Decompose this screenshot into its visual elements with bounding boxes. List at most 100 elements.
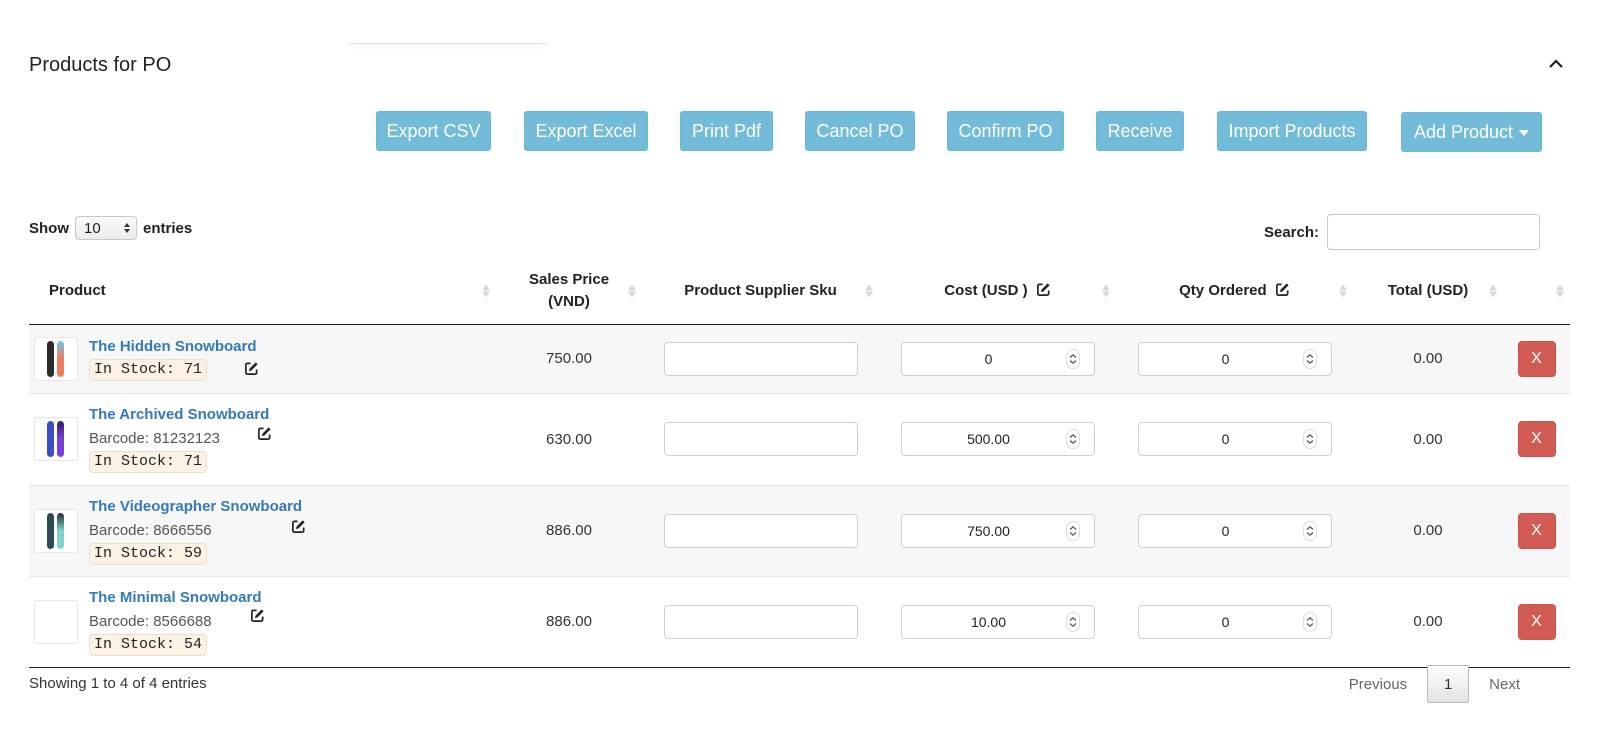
sort-icon <box>1339 284 1347 298</box>
search-label: Search: <box>1263 223 1319 241</box>
export-excel-button[interactable]: Export Excel <box>524 111 648 151</box>
sort-icon <box>1556 284 1564 298</box>
receive-label: Receive <box>1107 120 1173 141</box>
add-product-button[interactable]: Add Product <box>1401 112 1542 152</box>
column-header-cost[interactable]: Cost (USD ) <box>879 258 1116 325</box>
edit-icon[interactable] <box>1036 282 1051 297</box>
column-header-actions[interactable] <box>1503 258 1570 325</box>
row-total: 0.00 <box>1353 576 1503 668</box>
table-row: The Archived Snowboard Barcode: 81232123… <box>29 393 1570 486</box>
page-1-button[interactable]: 1 <box>1427 665 1470 703</box>
column-header-product[interactable]: Product <box>29 258 496 325</box>
search-control: Search: <box>1264 214 1540 250</box>
column-label: Product <box>49 281 106 299</box>
qty-ordered-input[interactable]: 0 <box>1137 341 1332 376</box>
search-input[interactable] <box>1327 214 1540 250</box>
cost-input[interactable]: 0 <box>900 341 1095 376</box>
add-product-label: Add Product <box>1413 121 1514 142</box>
product-thumbnail <box>34 336 78 381</box>
qty-ordered-input[interactable]: 0 <box>1137 422 1332 456</box>
pagination: Previous 1 Next <box>1329 665 1540 703</box>
sales-price: 630.00 <box>496 393 642 486</box>
product-link[interactable]: The Hidden Snowboard <box>89 337 257 357</box>
sales-price: 886.00 <box>496 485 642 577</box>
column-header-total[interactable]: Total (USD) <box>1353 258 1503 325</box>
spinner-icon[interactable] <box>1302 520 1317 541</box>
sort-icon <box>482 284 490 298</box>
qty-ordered-input[interactable]: 0 <box>1137 604 1332 639</box>
print-pdf-button[interactable]: Print Pdf <box>680 111 773 151</box>
cancel-po-label: Cancel PO <box>816 120 904 141</box>
edit-icon[interactable] <box>244 361 259 376</box>
qty-ordered-input[interactable]: 0 <box>1137 513 1332 548</box>
column-label: Product Supplier Sku <box>684 281 837 299</box>
table-row: The Hidden Snowboard In Stock: 71 750.00… <box>29 324 1570 394</box>
cost-input[interactable]: 10.00 <box>900 604 1095 639</box>
collapse-button[interactable] <box>1544 52 1568 76</box>
column-header-supplier-sku[interactable]: Product Supplier Sku <box>642 258 879 325</box>
page-length-select[interactable]: 10 <box>75 216 137 240</box>
product-link[interactable]: The Minimal Snowboard <box>89 588 262 608</box>
stock-badge: In Stock: 54 <box>89 633 208 656</box>
export-csv-button[interactable]: Export CSV <box>376 111 491 151</box>
product-link[interactable]: The Videographer Snowboard <box>89 497 302 517</box>
confirm-po-label: Confirm PO <box>958 120 1053 141</box>
column-label: Total (USD) <box>1387 281 1469 299</box>
products-table: Product Sales Price (VND) Product Suppli… <box>29 258 1570 668</box>
edit-icon[interactable] <box>1275 282 1290 297</box>
cost-value: 750.00 <box>967 522 1010 539</box>
spinner-icon[interactable] <box>1065 348 1080 369</box>
confirm-po-button[interactable]: Confirm PO <box>947 111 1064 151</box>
cost-value: 10.00 <box>970 613 1007 630</box>
next-page-button[interactable]: Next <box>1469 676 1540 693</box>
spinner-icon[interactable] <box>1065 429 1080 449</box>
supplier-sku-input[interactable] <box>663 513 858 548</box>
sort-icon <box>628 284 636 298</box>
print-pdf-label: Print Pdf <box>691 120 762 141</box>
product-link[interactable]: The Archived Snowboard <box>89 405 269 425</box>
supplier-sku-input[interactable] <box>663 422 858 456</box>
column-label: Qty Ordered <box>1179 281 1267 299</box>
qty-value: 0 <box>1221 431 1230 447</box>
export-csv-label: Export CSV <box>386 120 481 141</box>
stock-badge: In Stock: 71 <box>89 451 208 473</box>
edit-icon[interactable] <box>257 426 272 441</box>
cost-input[interactable]: 500.00 <box>900 422 1095 456</box>
export-excel-label: Export Excel <box>535 120 637 141</box>
spinner-icon[interactable] <box>1302 429 1317 449</box>
select-arrows-icon <box>124 223 130 233</box>
edit-icon[interactable] <box>250 608 265 623</box>
column-header-qty-ordered[interactable]: Qty Ordered <box>1116 258 1353 325</box>
column-label: Sales Price (VND) <box>528 270 610 310</box>
spinner-icon[interactable] <box>1302 611 1317 632</box>
row-total: 0.00 <box>1353 485 1503 577</box>
product-barcode: Barcode: 81232123 <box>89 430 220 447</box>
cost-value: 500.00 <box>967 431 1010 447</box>
table-row: The Videographer Snowboard Barcode: 8666… <box>29 485 1570 577</box>
spinner-icon[interactable] <box>1065 520 1080 541</box>
spinner-icon[interactable] <box>1302 348 1317 369</box>
product-thumbnail <box>34 417 78 461</box>
supplier-sku-input[interactable] <box>663 341 858 376</box>
remove-product-button[interactable]: X <box>1517 603 1556 640</box>
column-header-sales-price[interactable]: Sales Price (VND) <box>496 258 642 325</box>
dropdown-shadow-edge <box>348 30 548 44</box>
sort-icon <box>1489 284 1497 298</box>
import-products-button[interactable]: Import Products <box>1217 111 1367 151</box>
remove-product-button[interactable]: X <box>1517 340 1556 377</box>
remove-product-button[interactable]: X <box>1517 421 1556 457</box>
table-info: Showing 1 to 4 of 4 entries <box>29 675 207 692</box>
supplier-sku-input[interactable] <box>663 604 858 639</box>
row-total: 0.00 <box>1353 324 1503 394</box>
previous-page-button[interactable]: Previous <box>1329 676 1427 693</box>
remove-product-button[interactable]: X <box>1517 512 1556 549</box>
edit-icon[interactable] <box>291 519 306 534</box>
spinner-icon[interactable] <box>1065 611 1080 632</box>
receive-button[interactable]: Receive <box>1096 111 1184 151</box>
snowboard-image <box>47 340 64 377</box>
cancel-po-button[interactable]: Cancel PO <box>805 111 915 151</box>
cost-input[interactable]: 750.00 <box>900 513 1095 548</box>
product-barcode: Barcode: 8666556 <box>89 521 212 539</box>
table-header-row: Product Sales Price (VND) Product Suppli… <box>29 258 1570 325</box>
product-thumbnail <box>34 599 78 644</box>
